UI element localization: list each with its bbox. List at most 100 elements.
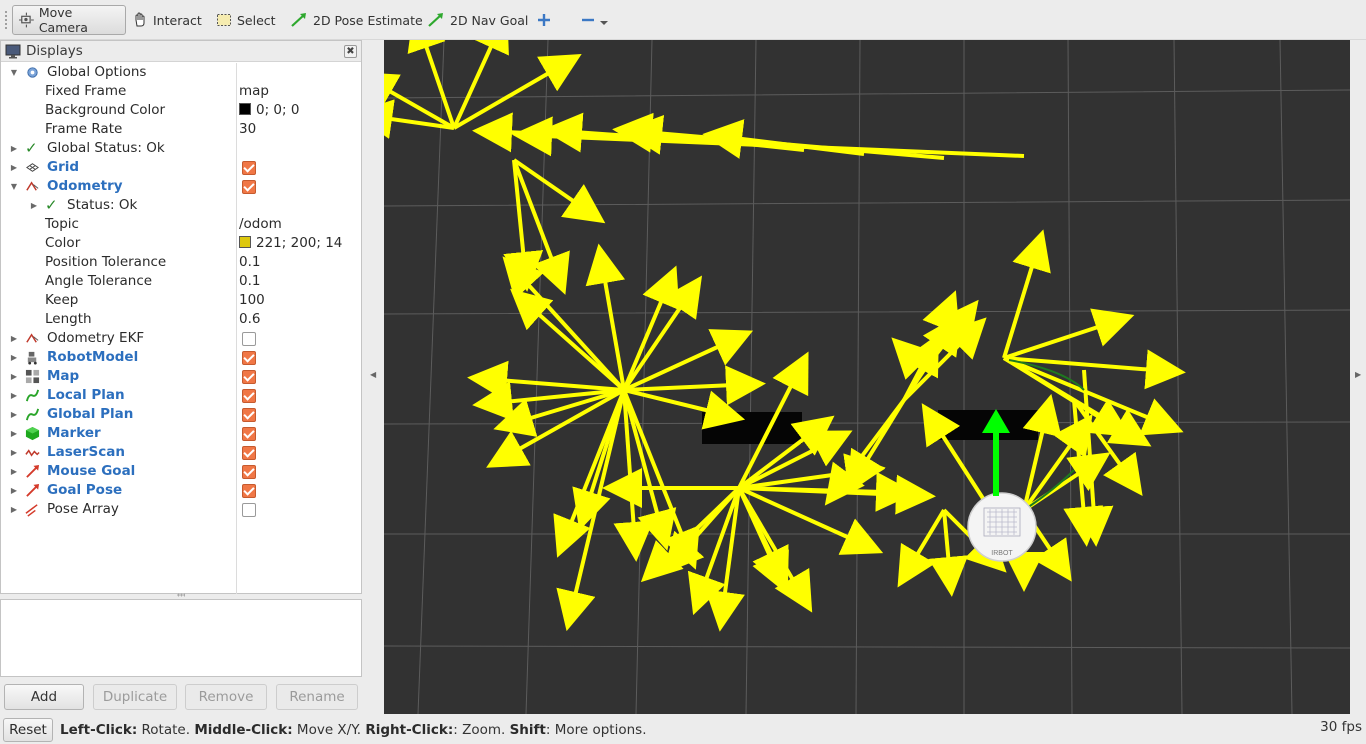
scene-canvas[interactable]: IRBOT xyxy=(384,40,1350,714)
expand-arrow-icon[interactable]: ▶ xyxy=(9,500,19,519)
laserscan-enable-checkbox[interactable] xyxy=(242,446,256,460)
expand-arrow-icon[interactable]: ▶ xyxy=(9,443,19,462)
expand-arrow-icon[interactable]: ▶ xyxy=(9,462,19,481)
tree-row-global-options[interactable]: ▼ Global Options xyxy=(1,63,361,82)
remove-display-button[interactable]: Remove xyxy=(185,684,267,710)
pose-array-icon xyxy=(25,504,38,517)
expand-arrow-icon[interactable]: ▶ xyxy=(9,329,19,348)
tree-row-goal-pose[interactable]: ▶ Goal Pose xyxy=(1,481,361,500)
odometry-arrow xyxy=(467,360,625,401)
pose-estimate-tool-button[interactable]: 2D Pose Estimate xyxy=(284,5,429,35)
odometry-arrow xyxy=(1002,229,1051,359)
odometry-arrow xyxy=(623,388,746,430)
tree-row-laserscan[interactable]: ▶ LaserScan xyxy=(1,443,361,462)
pose-arrow-icon xyxy=(26,483,40,497)
tree-row-odometry[interactable]: ▼ Odometry xyxy=(1,177,361,196)
tree-label: RobotModel xyxy=(47,349,139,365)
odometry-arrow xyxy=(1003,308,1135,360)
local-plan-enable-checkbox[interactable] xyxy=(242,389,256,403)
property-value[interactable]: map xyxy=(239,82,269,101)
tree-row-global-status[interactable]: ▶ ✓ Global Status: Ok xyxy=(1,139,361,158)
expand-arrow-icon[interactable]: ▶ xyxy=(9,158,19,177)
nav-goal-tool-button[interactable]: 2D Nav Goal xyxy=(421,5,534,35)
rename-display-button[interactable]: Rename xyxy=(276,684,358,710)
expand-arrow-icon[interactable]: ▶ xyxy=(9,405,19,424)
select-tool-button[interactable]: Select xyxy=(210,5,282,35)
property-value[interactable]: 30 xyxy=(239,120,256,139)
duplicate-display-button[interactable]: Duplicate xyxy=(93,684,177,710)
property-fixed-frame[interactable]: Fixed Frame map xyxy=(1,82,361,101)
mouse-hint-text: Left-Click: Rotate. Middle-Click: Move X… xyxy=(60,716,647,744)
tree-row-marker[interactable]: ▶ Marker xyxy=(1,424,361,443)
map-obstacle xyxy=(702,412,802,444)
toolbar-grip[interactable] xyxy=(4,10,8,30)
monitor-icon xyxy=(5,44,21,58)
property-value[interactable]: 0.1 xyxy=(239,272,260,291)
tree-label: Odometry xyxy=(47,178,123,194)
marker-enable-checkbox[interactable] xyxy=(242,427,256,441)
property-keep[interactable]: Keep 100 xyxy=(1,291,361,310)
property-position-tolerance[interactable]: Position Tolerance 0.1 xyxy=(1,253,361,272)
expand-arrow-icon[interactable]: ▶ xyxy=(29,196,39,215)
tree-row-pose-array[interactable]: ▶ Pose Array xyxy=(1,500,361,519)
expand-arrow-icon[interactable]: ▶ xyxy=(9,481,19,500)
tree-row-odometry-ekf[interactable]: ▶ Odometry EKF xyxy=(1,329,361,348)
property-value[interactable]: 0.1 xyxy=(239,253,260,272)
property-value: 221; 200; 14 xyxy=(256,235,343,251)
map-enable-checkbox[interactable] xyxy=(242,370,256,384)
property-frame-rate[interactable]: Frame Rate 30 xyxy=(1,120,361,139)
tree-row-mouse-goal[interactable]: ▶ Mouse Goal xyxy=(1,462,361,481)
expand-arrow-icon[interactable]: ▶ xyxy=(9,424,19,443)
tree-row-odometry-status[interactable]: ▶ ✓ Status: Ok xyxy=(1,196,361,215)
interact-tool-button[interactable]: Interact xyxy=(126,5,208,35)
expand-arrow-icon[interactable]: ▼ xyxy=(9,177,19,196)
robotmodel-enable-checkbox[interactable] xyxy=(242,351,256,365)
mouse-goal-enable-checkbox[interactable] xyxy=(242,465,256,479)
collapse-right-icon[interactable]: ▶ xyxy=(1355,370,1361,379)
expand-arrow-icon[interactable]: ▶ xyxy=(9,348,19,367)
property-length[interactable]: Length 0.6 xyxy=(1,310,361,329)
select-box-icon xyxy=(217,14,231,26)
render-viewport[interactable]: IRBOT xyxy=(384,40,1350,714)
property-topic[interactable]: Topic /odom xyxy=(1,215,361,234)
gear-icon xyxy=(27,67,38,78)
panel-splitter-handle[interactable] xyxy=(177,593,185,597)
expand-arrow-icon[interactable]: ▶ xyxy=(9,386,19,405)
move-camera-tool-button[interactable]: Move Camera xyxy=(12,5,126,35)
property-angle-tolerance[interactable]: Angle Tolerance 0.1 xyxy=(1,272,361,291)
close-icon[interactable]: ✖ xyxy=(344,45,357,58)
grid-enable-checkbox[interactable] xyxy=(242,161,256,175)
expand-arrow-icon[interactable]: ▶ xyxy=(9,139,19,158)
property-value-wrap[interactable]: 221; 200; 14 xyxy=(239,234,342,253)
property-value[interactable]: 100 xyxy=(239,291,265,310)
tree-row-local-plan[interactable]: ▶ Local Plan xyxy=(1,386,361,405)
property-value[interactable]: 0.6 xyxy=(239,310,260,329)
tree-row-robotmodel[interactable]: ▶ RobotModel xyxy=(1,348,361,367)
odometry-arrow xyxy=(897,508,946,588)
reset-button[interactable]: Reset xyxy=(3,718,53,742)
chevron-down-icon[interactable] xyxy=(599,18,609,28)
property-background-color[interactable]: Background Color 0; 0; 0 xyxy=(1,101,361,120)
pose-estimate-label: 2D Pose Estimate xyxy=(313,12,423,28)
displays-panel-header: Displays ✖ xyxy=(1,41,361,62)
tree-row-map[interactable]: ▶ Map xyxy=(1,367,361,386)
property-label: Background Color xyxy=(45,102,166,118)
tree-row-global-plan[interactable]: ▶ Global Plan xyxy=(1,405,361,424)
add-display-button[interactable]: Add xyxy=(4,684,84,710)
remove-tool-button[interactable] xyxy=(574,5,620,35)
odometry-enable-checkbox[interactable] xyxy=(242,180,256,194)
ground-grid xyxy=(384,40,1350,714)
goal-pose-enable-checkbox[interactable] xyxy=(242,484,256,498)
property-value-wrap[interactable]: 0; 0; 0 xyxy=(239,101,299,120)
global-plan-enable-checkbox[interactable] xyxy=(242,408,256,422)
tree-label: LaserScan xyxy=(47,444,126,460)
collapse-left-icon[interactable]: ◀ xyxy=(370,370,376,379)
tree-row-grid[interactable]: ▶ Grid xyxy=(1,158,361,177)
property-value[interactable]: /odom xyxy=(239,215,282,234)
expand-arrow-icon[interactable]: ▶ xyxy=(9,367,19,386)
odometry-ekf-enable-checkbox[interactable] xyxy=(242,332,256,346)
add-tool-button[interactable] xyxy=(530,5,563,35)
expand-arrow-icon[interactable]: ▼ xyxy=(9,63,19,82)
property-color[interactable]: Color 221; 200; 14 xyxy=(1,234,361,253)
pose-array-enable-checkbox[interactable] xyxy=(242,503,256,517)
